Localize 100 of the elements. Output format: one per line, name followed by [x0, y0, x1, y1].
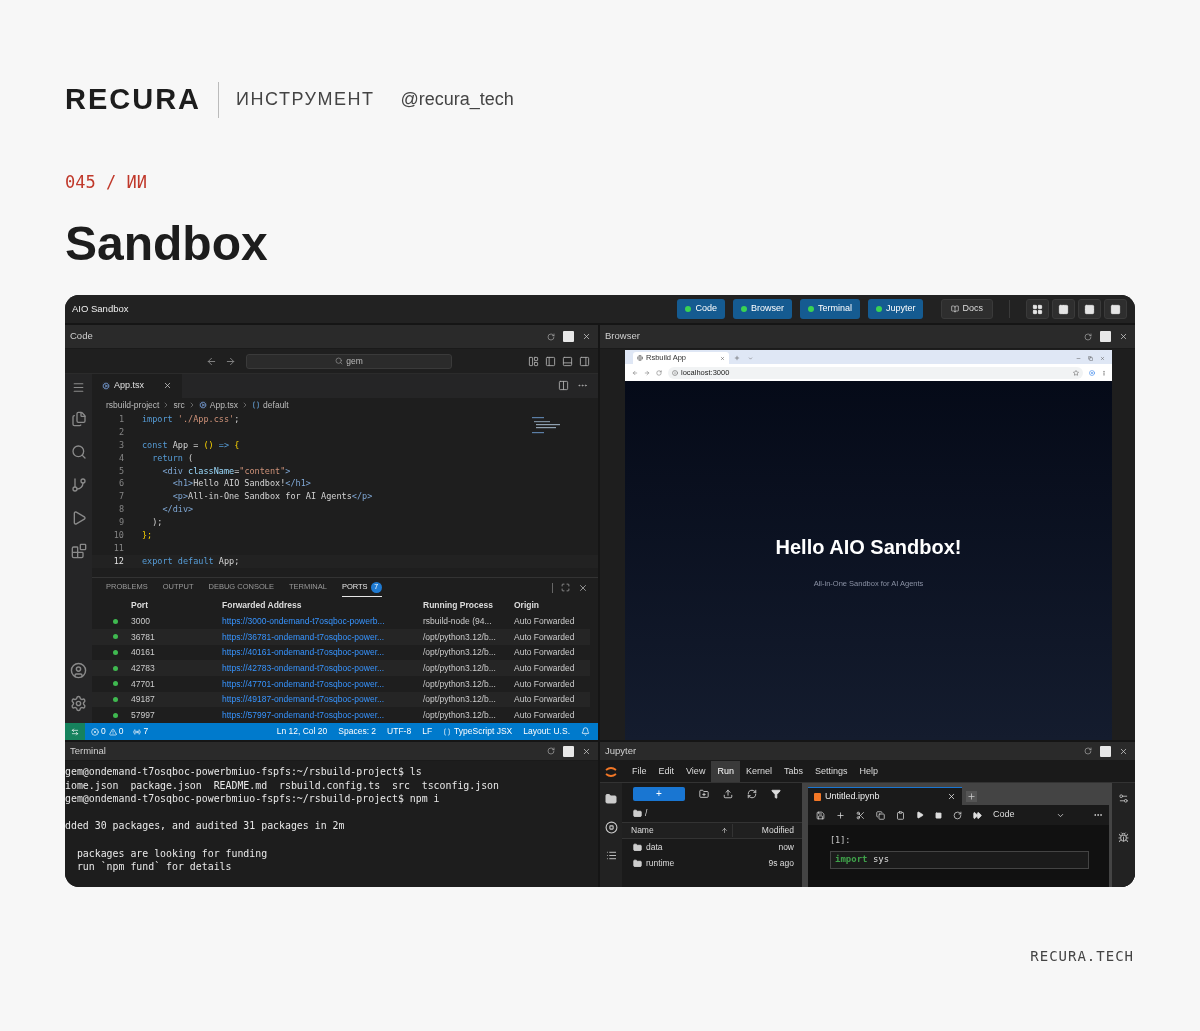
- address-link[interactable]: https://36781-ondemand-t7osqboc-power...: [222, 630, 423, 644]
- upload-icon[interactable]: [723, 789, 733, 799]
- refresh-icon[interactable]: [547, 332, 555, 341]
- filter-icon[interactable]: [771, 789, 781, 799]
- new-tab-icon[interactable]: [966, 791, 977, 802]
- maximize-icon[interactable]: [561, 583, 570, 592]
- new-folder-icon[interactable]: [699, 789, 709, 799]
- layout-button[interactable]: [1104, 299, 1127, 319]
- menu-item[interactable]: Edit: [652, 761, 681, 782]
- address-link[interactable]: https://3000-ondemand-t7osqboc-powerb...: [222, 614, 423, 628]
- stop-circle-icon[interactable]: [604, 821, 618, 834]
- address-link[interactable]: https://57997-ondemand-t7osqboc-power...: [222, 708, 423, 722]
- menu-item[interactable]: Run: [711, 761, 740, 782]
- stop-icon[interactable]: [935, 811, 942, 819]
- account-icon[interactable]: [70, 662, 87, 679]
- secondary-sidebar-icon[interactable]: [579, 355, 590, 367]
- panel-toggle-button[interactable]: Browser: [732, 299, 792, 319]
- close-icon[interactable]: [1119, 746, 1128, 756]
- breadcrumb-item[interactable]: src: [173, 399, 185, 412]
- keyboard-layout[interactable]: Layout: U.S.: [523, 725, 570, 738]
- encoding[interactable]: UTF-8: [387, 725, 412, 738]
- docs-button[interactable]: Docs: [941, 299, 993, 319]
- panel-toggle-icon[interactable]: [562, 355, 573, 367]
- address-link[interactable]: https://47701-ondemand-t7osqboc-power...: [222, 677, 423, 691]
- table-cell-text: /opt/python3.12/b...: [423, 677, 497, 691]
- menu-item[interactable]: File: [626, 761, 653, 782]
- ports-count[interactable]: 7: [143, 725, 149, 738]
- line-ending[interactable]: LF: [422, 725, 433, 738]
- add-cell-icon[interactable]: [836, 810, 845, 820]
- breadcrumb-item[interactable]: App.tsx: [209, 399, 239, 412]
- menu-dots-icon[interactable]: [1101, 369, 1107, 376]
- refresh-icon[interactable]: [1084, 332, 1092, 341]
- run-icon[interactable]: [916, 811, 924, 819]
- refresh-icon[interactable]: [547, 747, 555, 755]
- refresh-icon[interactable]: [747, 789, 757, 799]
- menu-item[interactable]: Help: [853, 761, 884, 782]
- menu-icon[interactable]: [72, 381, 85, 394]
- close-icon[interactable]: [578, 582, 588, 593]
- new-launcher-button[interactable]: +: [633, 787, 685, 801]
- panel-toggle-button[interactable]: Jupyter: [867, 299, 924, 319]
- forward-arrow-icon[interactable]: [225, 355, 236, 367]
- folder-icon[interactable]: [605, 793, 617, 805]
- address-link[interactable]: https://49187-ondemand-t7osqboc-power...: [222, 693, 423, 706]
- menu-item[interactable]: View: [680, 761, 712, 782]
- sidebar-toggle-icon[interactable]: [545, 355, 556, 367]
- breadcrumb-item[interactable]: default: [263, 399, 289, 412]
- cut-icon[interactable]: [856, 810, 865, 820]
- maximize-button[interactable]: [563, 745, 574, 757]
- code-cell[interactable]: import sys: [830, 850, 1089, 869]
- settings-icon[interactable]: [70, 695, 87, 712]
- cell-type-select[interactable]: Code: [993, 808, 1065, 822]
- menu-item[interactable]: Tabs: [777, 761, 809, 782]
- warning-count[interactable]: 0: [118, 725, 124, 738]
- address-link[interactable]: https://42783-ondemand-t7osqboc-power...: [222, 661, 423, 675]
- copy-icon[interactable]: [876, 810, 885, 820]
- file-row[interactable]: runtime 9s ago: [622, 855, 802, 871]
- search-field[interactable]: gem: [246, 353, 452, 369]
- layout-button[interactable]: [1078, 299, 1101, 319]
- bookmark-star-icon[interactable]: [1073, 369, 1079, 376]
- remote-button[interactable]: [65, 723, 85, 740]
- extensions-icon[interactable]: [70, 543, 87, 559]
- line-number: 6: [117, 477, 124, 491]
- folder-icon: [633, 842, 642, 852]
- address-link[interactable]: https://40161-ondemand-t7osqboc-power...: [222, 646, 423, 659]
- code-line: return (: [151, 451, 194, 465]
- debugger-icon[interactable]: [1118, 832, 1129, 843]
- refresh-icon[interactable]: [1084, 747, 1092, 755]
- editor-tab[interactable]: App.tsx: [92, 374, 182, 398]
- fast-forward-icon[interactable]: [973, 810, 982, 820]
- close-icon[interactable]: [163, 381, 172, 391]
- column-header[interactable]: Name: [622, 824, 732, 837]
- panel-toggle-button[interactable]: Code: [677, 299, 725, 319]
- indentation[interactable]: Spaces: 2: [338, 725, 377, 738]
- save-icon[interactable]: [816, 810, 825, 820]
- table-cell-text: 42783: [131, 661, 156, 675]
- language-mode[interactable]: TypeScript JSX: [454, 725, 513, 738]
- notebook-tab[interactable]: Untitled.ipynb: [808, 787, 962, 805]
- maximize-button[interactable]: [1100, 745, 1111, 757]
- cursor-position[interactable]: Ln 12, Col 20: [276, 725, 328, 738]
- branch-icon[interactable]: [70, 477, 87, 493]
- restart-icon[interactable]: [953, 810, 962, 820]
- file-row[interactable]: data now: [622, 839, 802, 855]
- menu-item[interactable]: Settings: [808, 761, 854, 782]
- layout-button[interactable]: [1052, 299, 1075, 319]
- list-icon[interactable]: [605, 850, 617, 861]
- layout-icon[interactable]: [528, 355, 539, 367]
- search-icon[interactable]: [70, 444, 87, 460]
- layout-button[interactable]: [1026, 299, 1049, 319]
- breadcrumb-item[interactable]: rsbuild-project: [106, 399, 160, 412]
- current-path[interactable]: /: [645, 807, 648, 820]
- panel-toggle-button[interactable]: Terminal: [799, 299, 860, 319]
- close-icon[interactable]: [582, 746, 591, 756]
- menu-item[interactable]: Kernel: [739, 761, 778, 782]
- split-editor-icon[interactable]: [558, 380, 569, 392]
- paste-icon[interactable]: [896, 810, 905, 820]
- files-icon[interactable]: [70, 411, 87, 427]
- back-arrow-icon[interactable]: [206, 355, 217, 367]
- error-count[interactable]: 0: [101, 725, 106, 738]
- notifications-icon[interactable]: [581, 727, 590, 736]
- table-cell-text: 47701: [131, 677, 156, 691]
